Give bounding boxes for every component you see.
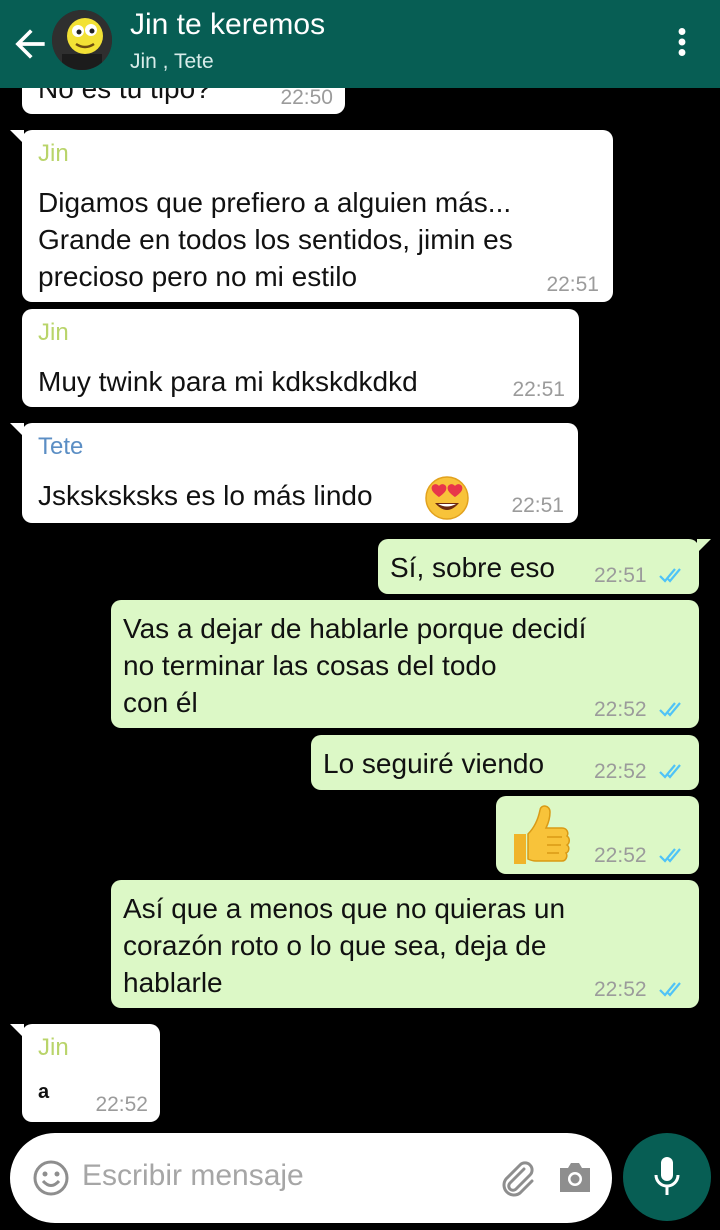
double-check-icon [659,702,681,717]
back-arrow-icon[interactable] [8,22,52,66]
message-text: corazón roto o lo que sea, deja de [123,930,547,961]
message-text: Vas a dejar de hablarle porque decidí [123,613,587,644]
message-composer[interactable]: Escribir mensaje [10,1133,612,1223]
chat-header: Jin te keremos Jin , Tete [0,0,720,88]
message-sender: Jin [38,1034,69,1061]
message-time: 22:51 [594,564,647,587]
voice-record-button[interactable] [623,1133,711,1221]
emoji-icon[interactable] [32,1159,70,1197]
double-check-icon [659,848,681,863]
message-time: 22:52 [594,844,647,867]
message-text: Digamos que prefiero a alguien más... [38,187,512,218]
message-text: Así que a menos que no quieras un [123,893,566,924]
message-text: Sí, sobre eso [390,552,555,583]
message-text: hablarle [123,967,223,998]
mic-icon [654,1157,680,1195]
message-bubble-incoming[interactable]: Tete Jsksksksks es lo más lindo 22:51 [10,423,578,523]
chat-participants[interactable]: Jin , Tete [130,50,214,74]
message-bubble-outgoing[interactable]: 22:52 [496,796,699,874]
message-time: 22:52 [594,698,647,721]
message-time: 22:51 [546,273,599,296]
message-text: Grande en todos los sentidos, jimin es [38,224,513,255]
camera-icon[interactable] [556,1159,594,1195]
message-text: precioso pero no mi estilo [38,261,358,292]
message-sender: Jin [38,140,69,167]
attach-icon[interactable] [496,1157,536,1197]
message-bubble-incoming[interactable]: Jin Digamos que prefiero a alguien más..… [10,130,613,302]
message-bubble-outgoing[interactable]: Así que a menos que no quieras un corazó… [111,880,699,1008]
message-text: Muy twink para mi kdkskdkdkd [38,366,418,397]
chat-title[interactable]: Jin te keremos [130,8,325,42]
message-bubble-incoming[interactable]: Jin Muy twink para mi kdkskdkdkd 22:51 [22,309,579,407]
message-time: 22:52 [95,1093,148,1116]
message-input[interactable]: Escribir mensaje [82,1159,304,1193]
message-text: Lo seguiré viendo [323,748,545,779]
message-time: 22:52 [594,978,647,1001]
message-sender: Tete [38,433,84,460]
message-bubble-outgoing[interactable]: Sí, sobre eso 22:51 [378,539,711,594]
message-text: con él [123,687,198,718]
double-check-icon [659,982,681,997]
more-options-icon[interactable] [664,22,700,62]
double-check-icon [659,764,681,779]
message-time: 22:52 [594,760,647,783]
message-time: 22:50 [280,86,333,109]
thumbs-up-emoji [514,805,570,864]
double-check-icon [659,568,681,583]
message-time: 22:51 [511,494,564,517]
message-text: Jsksksksks es lo más lindo [38,480,373,511]
message-bubble-outgoing[interactable]: Lo seguiré viendo 22:52 [311,735,699,790]
message-sender: Jin [38,319,69,346]
group-avatar[interactable] [52,10,112,70]
message-text: no terminar las cosas del todo [123,650,497,681]
heart-eyes-emoji [425,476,469,520]
message-bubble-outgoing[interactable]: Vas a dejar de hablarle porque decidí no… [111,600,699,728]
message-text: a [38,1081,50,1103]
message-bubble-incoming[interactable]: Jin a 22:52 [10,1024,160,1122]
message-time: 22:51 [512,378,565,401]
